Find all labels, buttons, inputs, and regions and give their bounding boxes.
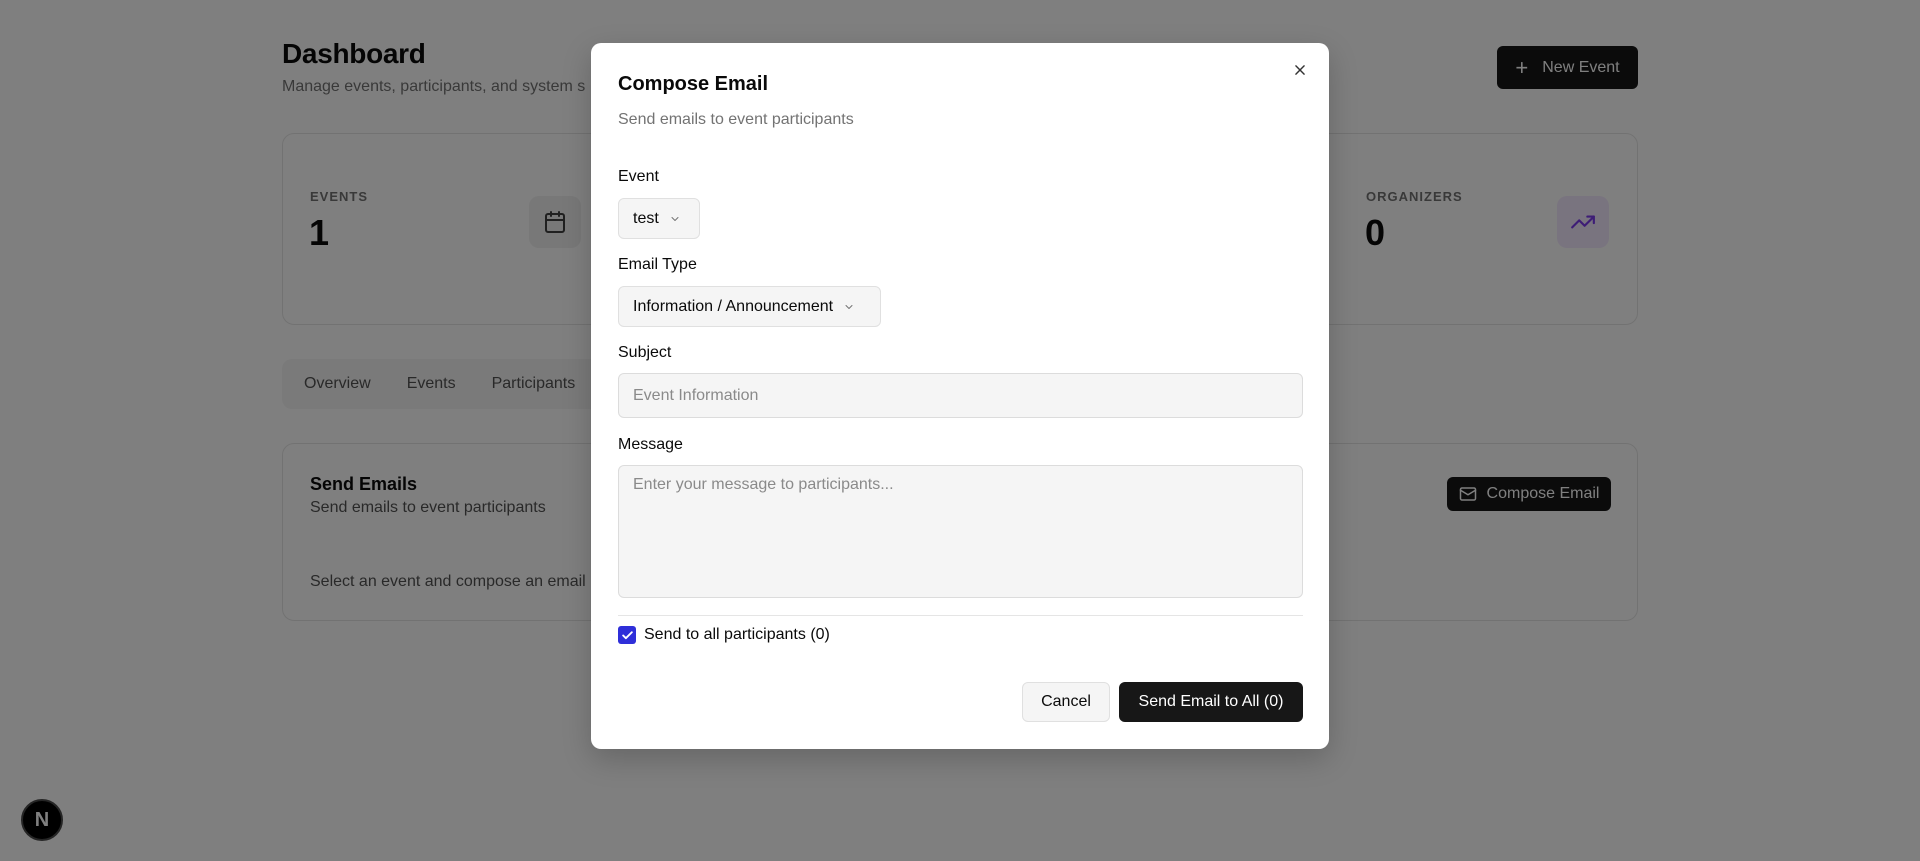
divider <box>618 615 1303 616</box>
compose-email-dialog: Compose Email Send emails to event parti… <box>591 43 1329 749</box>
chevron-down-icon <box>671 216 679 221</box>
event-select[interactable]: test <box>618 198 700 239</box>
event-label: Event <box>618 168 659 185</box>
cancel-button[interactable]: Cancel <box>1022 682 1110 722</box>
dialog-title: Compose Email <box>618 73 769 95</box>
message-textarea[interactable]: Enter your message to participants... <box>618 465 1303 598</box>
close-icon[interactable] <box>1289 59 1311 81</box>
subject-label: Subject <box>618 344 672 361</box>
check-icon <box>621 630 633 639</box>
email-type-value: Information / Announcement <box>633 297 834 315</box>
send-email-button[interactable]: Send Email to All (0) <box>1119 682 1303 722</box>
message-label: Message <box>618 436 683 453</box>
chevron-down-icon <box>845 304 853 309</box>
subject-input[interactable]: Event Information <box>618 373 1303 418</box>
send-all-checkbox[interactable] <box>618 626 636 644</box>
event-select-value: test <box>633 209 659 227</box>
dialog-description: Send emails to event participants <box>618 111 854 128</box>
send-all-label[interactable]: Send to all participants (0) <box>644 626 830 644</box>
email-type-select[interactable]: Information / Announcement <box>618 286 881 327</box>
email-type-label: Email Type <box>618 256 697 273</box>
